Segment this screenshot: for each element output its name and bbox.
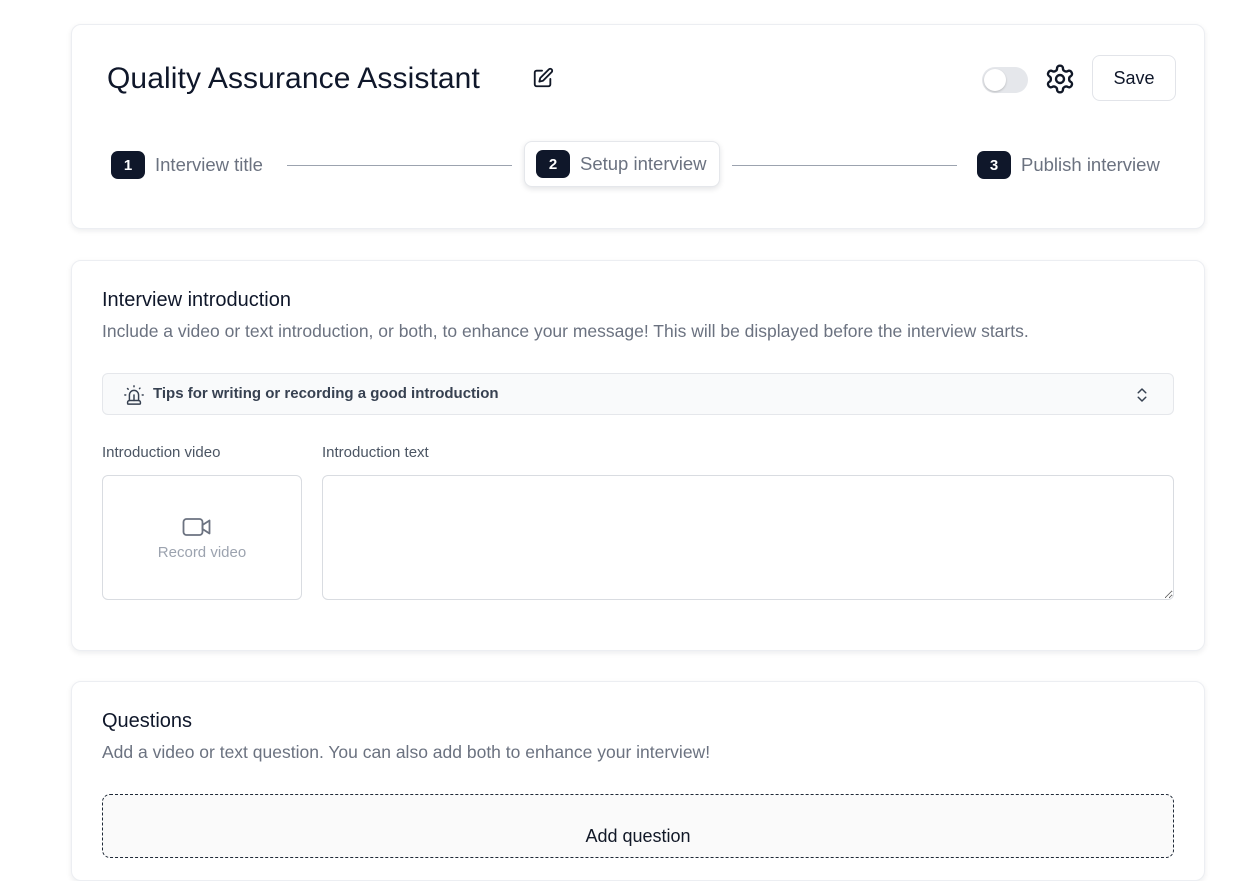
section-title: Questions bbox=[102, 710, 193, 732]
tips-label: Tips for writing or recording a good int… bbox=[153, 385, 499, 402]
step-setup-interview[interactable]: 2 Setup interview bbox=[524, 141, 720, 187]
step-number: 1 bbox=[111, 151, 145, 179]
visibility-toggle[interactable] bbox=[982, 67, 1028, 93]
page-title: Quality Assurance Assistant bbox=[107, 62, 480, 95]
record-video-label: Record video bbox=[157, 544, 247, 561]
introduction-text-label: Introduction text bbox=[322, 444, 429, 461]
chevrons-up-down-icon bbox=[1137, 388, 1147, 402]
introduction-text-field[interactable] bbox=[322, 475, 1174, 600]
step-label: Setup interview bbox=[580, 153, 707, 174]
interview-introduction-card: Interview introduction Include a video o… bbox=[71, 260, 1205, 651]
step-label: Interview title bbox=[155, 154, 263, 175]
edit-icon[interactable] bbox=[532, 67, 554, 89]
video-camera-icon bbox=[182, 518, 211, 536]
step-label: Publish interview bbox=[1021, 154, 1160, 175]
siren-icon bbox=[124, 385, 144, 405]
step-connector bbox=[732, 165, 957, 166]
section-description: Add a video or text question. You can al… bbox=[102, 742, 711, 762]
section-title: Interview introduction bbox=[102, 289, 291, 311]
step-publish-interview[interactable]: 3 Publish interview bbox=[977, 142, 1160, 188]
toggle-knob bbox=[984, 69, 1006, 91]
step-interview-title[interactable]: 1 Interview title bbox=[111, 142, 263, 188]
section-description: Include a video or text introduction, or… bbox=[102, 321, 1029, 341]
questions-card: Questions Add a video or text question. … bbox=[71, 681, 1205, 881]
interview-header-card: Quality Assurance Assistant Save 1 Inter… bbox=[71, 24, 1205, 229]
step-number: 2 bbox=[536, 150, 570, 178]
save-button[interactable]: Save bbox=[1092, 55, 1176, 101]
add-question-button[interactable]: Add question bbox=[102, 794, 1174, 858]
introduction-video-label: Introduction video bbox=[102, 444, 221, 461]
gear-icon[interactable] bbox=[1044, 63, 1076, 95]
record-video-button[interactable]: Record video bbox=[102, 475, 302, 600]
step-connector bbox=[287, 165, 512, 166]
step-number: 3 bbox=[977, 151, 1011, 179]
tips-collapsible[interactable]: Tips for writing or recording a good int… bbox=[102, 373, 1174, 415]
